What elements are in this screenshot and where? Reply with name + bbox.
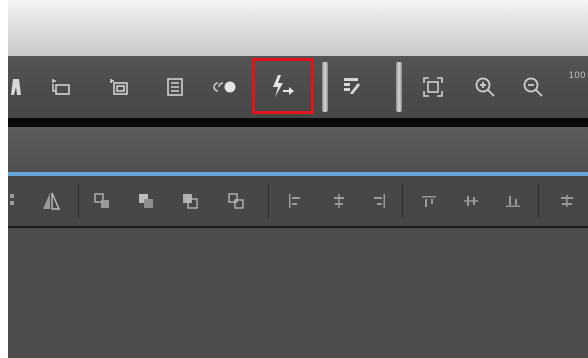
fit-screen-icon[interactable] bbox=[416, 70, 450, 104]
zoom-100-label: 100 bbox=[568, 71, 586, 81]
send-backward-icon[interactable] bbox=[220, 186, 252, 216]
list-icon[interactable] bbox=[158, 70, 192, 104]
align-separator bbox=[538, 184, 539, 218]
align-separator bbox=[402, 184, 403, 218]
zoom-in-icon[interactable] bbox=[468, 70, 502, 104]
app-window: 100 bbox=[8, 0, 588, 358]
align-separator bbox=[78, 184, 79, 218]
align-top-icon[interactable] bbox=[414, 186, 444, 216]
mirror-icon[interactable] bbox=[36, 186, 66, 216]
toggle-icon[interactable] bbox=[204, 70, 244, 104]
distribute-icon[interactable] bbox=[552, 186, 582, 216]
layers-icon[interactable] bbox=[44, 70, 78, 104]
align-left-icon[interactable] bbox=[280, 186, 310, 216]
tab-bar bbox=[8, 127, 588, 173]
align-toolbar bbox=[8, 176, 588, 228]
canvas-area[interactable] bbox=[8, 228, 588, 358]
title-bar bbox=[8, 0, 588, 57]
toolbar-separator bbox=[322, 62, 328, 112]
bring-to-front-icon[interactable] bbox=[130, 186, 162, 216]
toolbar-separator bbox=[396, 62, 402, 112]
pen-table-icon[interactable] bbox=[334, 68, 370, 104]
toolbar-divider bbox=[8, 118, 588, 127]
send-to-back-icon[interactable] bbox=[174, 186, 206, 216]
align-bottom-icon[interactable] bbox=[498, 186, 528, 216]
align-middle-icon[interactable] bbox=[456, 186, 486, 216]
flip-icon[interactable] bbox=[8, 188, 18, 214]
lightning-arrow-icon[interactable] bbox=[252, 58, 314, 114]
align-center-icon[interactable] bbox=[324, 186, 354, 216]
zoom-100-icon[interactable]: 100 bbox=[566, 66, 588, 86]
align-right-icon[interactable] bbox=[364, 186, 394, 216]
person-icon[interactable] bbox=[8, 70, 24, 104]
bring-forward-icon[interactable] bbox=[86, 186, 118, 216]
layer-copy-icon[interactable] bbox=[102, 70, 136, 104]
align-separator bbox=[268, 184, 269, 218]
main-toolbar: 100 bbox=[8, 56, 588, 118]
zoom-out-icon[interactable] bbox=[516, 70, 550, 104]
